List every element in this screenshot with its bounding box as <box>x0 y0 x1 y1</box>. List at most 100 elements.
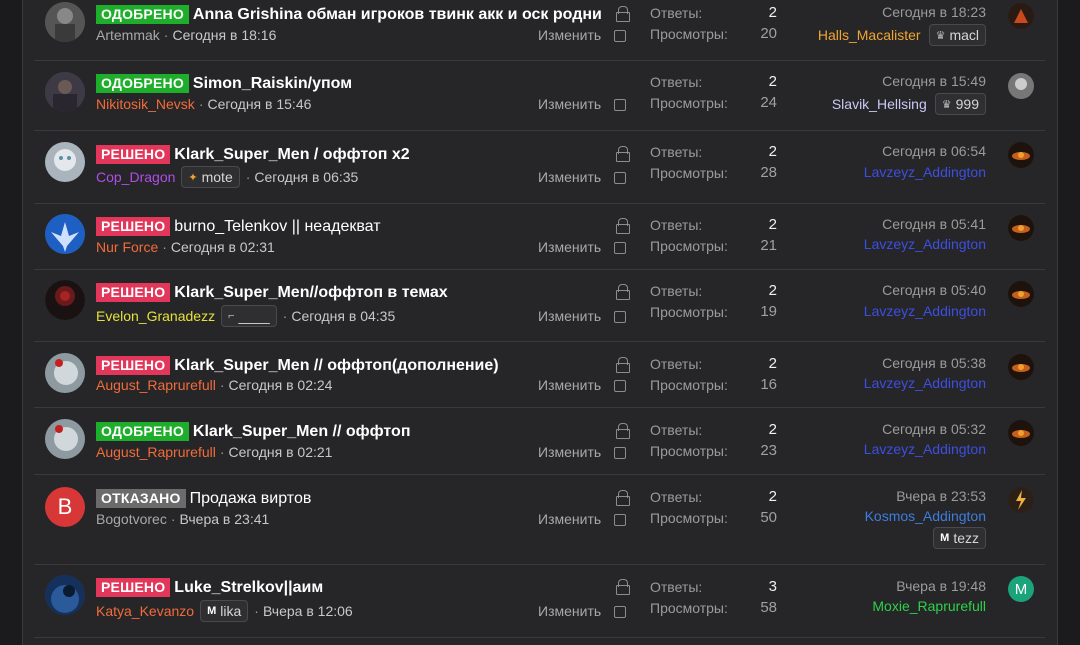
select-checkbox[interactable] <box>614 311 626 323</box>
author-link[interactable]: Nur Force <box>96 239 158 255</box>
thread-date: Сегодня в 02:31 <box>170 239 275 255</box>
author-avatar[interactable] <box>45 575 85 615</box>
last-post-user[interactable]: Halls_Macalister <box>818 27 921 43</box>
last-poster-avatar[interactable] <box>1008 142 1034 168</box>
replies-label: Ответы: <box>650 579 703 595</box>
edit-link[interactable]: Изменить <box>538 96 601 112</box>
last-post-user[interactable]: Lavzeyz_Addington <box>864 441 986 457</box>
replies-label: Ответы: <box>650 144 703 160</box>
thread-title-link[interactable]: Simon_Raiskin/упом <box>193 75 352 93</box>
last-post-date[interactable]: Сегодня в 05:32 <box>882 421 986 437</box>
views-label: Просмотры: <box>650 165 728 181</box>
select-checkbox[interactable] <box>614 30 626 42</box>
author-link[interactable]: August_Raprurefull <box>96 444 216 460</box>
last-poster-avatar[interactable] <box>1008 420 1034 446</box>
thread-row[interactable]: РЕШЕНО burno_Telenkov || неадекват Nur F… <box>34 204 1045 270</box>
last-post-user[interactable]: Lavzeyz_Addington <box>864 375 986 391</box>
author-avatar[interactable] <box>45 2 85 42</box>
select-checkbox[interactable] <box>614 172 626 184</box>
thread-row[interactable]: ОДОБРЕНО Anna Grishina обман игроков тви… <box>34 0 1045 61</box>
views-count: 19 <box>760 303 777 320</box>
last-post-date[interactable]: Сегодня в 05:41 <box>882 216 986 232</box>
views-label: Просмотры: <box>650 304 728 320</box>
last-poster-avatar[interactable]: M <box>1008 576 1034 602</box>
last-post-date[interactable]: Сегодня в 06:54 <box>882 143 986 159</box>
author-link[interactable]: Cop_Dragon <box>96 169 175 185</box>
gun-icon: ⌐ <box>228 310 235 322</box>
last-post-date[interactable]: Вчера в 19:48 <box>896 578 986 594</box>
last-poster-avatar[interactable] <box>1008 281 1034 307</box>
author-avatar[interactable] <box>45 353 85 393</box>
thread-title-link[interactable]: Luke_Strelkov||аим <box>174 579 323 597</box>
thread-row[interactable]: B ОТКАЗАНО Продажа виртов Bogotvorec · В… <box>34 475 1045 565</box>
thread-row[interactable]: РЕШЕНО Klark_Super_Men//оффтоп в темах E… <box>34 270 1045 342</box>
last-post-date[interactable]: Вчера в 23:53 <box>896 488 986 504</box>
author-link[interactable]: Evelon_Granadezz <box>96 308 215 324</box>
thread-row[interactable]: РЕШЕНО Luke_Strelkov||аим Katya_Kevanzo … <box>34 565 1045 638</box>
last-post-date[interactable]: Сегодня в 05:38 <box>882 355 986 371</box>
thread-title-link[interactable]: Anna Grishina обман игроков твинк акк и … <box>193 6 602 24</box>
thread-date: Вчера в 12:06 <box>262 603 353 619</box>
replies-count: 2 <box>768 421 777 438</box>
author-link[interactable]: Artemmak <box>96 27 160 43</box>
flame-icon: ✦ <box>188 171 198 184</box>
last-post-date[interactable]: Сегодня в 15:49 <box>882 73 986 89</box>
select-checkbox[interactable] <box>614 606 626 618</box>
author-avatar[interactable] <box>45 142 85 182</box>
edit-link[interactable]: Изменить <box>538 603 601 619</box>
thread-title-link[interactable]: Продажа виртов <box>190 490 312 508</box>
thread-row[interactable]: РЕШЕНО Klark_Super_Men / оффтоп x2 Cop_D… <box>34 131 1045 204</box>
last-post-user[interactable]: Slavik_Hellsing <box>832 96 927 112</box>
last-poster-avatar[interactable] <box>1008 3 1034 29</box>
last-post-user[interactable]: Moxie_Raprurefull <box>872 598 986 614</box>
thread-date: Сегодня в 04:35 <box>291 308 396 324</box>
select-checkbox[interactable] <box>614 380 626 392</box>
replies-count: 2 <box>768 488 777 505</box>
thread-title-link[interactable]: Klark_Super_Men // оффтоп <box>193 423 411 441</box>
status-badge: ОТКАЗАНО <box>96 489 186 508</box>
last-poster-avatar[interactable] <box>1008 215 1034 241</box>
crown-icon: ♛ <box>935 29 946 42</box>
edit-link[interactable]: Изменить <box>538 444 601 460</box>
thread-row[interactable]: ОДОБРЕНО Klark_Super_Men // оффтоп Augus… <box>34 408 1045 475</box>
author-avatar[interactable] <box>45 280 85 320</box>
author-link[interactable]: August_Raprurefull <box>96 377 216 393</box>
last-post-date[interactable]: Сегодня в 05:40 <box>882 282 986 298</box>
edit-link[interactable]: Изменить <box>538 239 601 255</box>
author-avatar[interactable] <box>45 72 85 112</box>
views-count: 21 <box>760 237 777 254</box>
replies-count: 2 <box>768 355 777 372</box>
last-poster-avatar[interactable] <box>1008 354 1034 380</box>
user-badge: ♛ macl <box>928 24 986 46</box>
select-checkbox[interactable] <box>614 242 626 254</box>
last-post-user[interactable]: Lavzeyz_Addington <box>864 303 986 319</box>
thread-title-link[interactable]: Klark_Super_Men // оффтоп(дополнение) <box>174 357 498 375</box>
thread-row[interactable]: ОДОБРЕНО Simon_Raiskin/упом Nikitosik_Ne… <box>34 61 1045 131</box>
select-checkbox[interactable] <box>614 514 626 526</box>
thread-title-link[interactable]: Klark_Super_Men//оффтоп в темах <box>174 284 447 302</box>
last-post-date[interactable]: Сегодня в 18:23 <box>882 4 986 20</box>
views-label: Просмотры: <box>650 238 728 254</box>
edit-link[interactable]: Изменить <box>538 169 601 185</box>
thread-row[interactable]: РЕШЕНО Klark_Super_Men // оффтоп(дополне… <box>34 342 1045 408</box>
select-checkbox[interactable] <box>614 447 626 459</box>
last-post-user[interactable]: Kosmos_Addington <box>865 508 986 524</box>
last-post-user[interactable]: Lavzeyz_Addington <box>864 164 986 180</box>
author-link[interactable]: Bogotvorec <box>96 511 167 527</box>
last-poster-avatar[interactable] <box>1008 487 1034 513</box>
thread-title-link[interactable]: Klark_Super_Men / оффтоп x2 <box>174 146 409 164</box>
last-post-user[interactable]: Lavzeyz_Addington <box>864 236 986 252</box>
last-poster-avatar[interactable] <box>1008 73 1034 99</box>
author-avatar[interactable]: B <box>45 487 85 527</box>
select-checkbox[interactable] <box>614 99 626 111</box>
author-link[interactable]: Nikitosik_Nevsk <box>96 96 195 112</box>
author-avatar[interactable] <box>45 214 85 254</box>
edit-link[interactable]: Изменить <box>538 27 601 43</box>
edit-link[interactable]: Изменить <box>538 308 601 324</box>
replies-label: Ответы: <box>650 489 703 505</box>
edit-link[interactable]: Изменить <box>538 377 601 393</box>
author-avatar[interactable] <box>45 419 85 459</box>
thread-title-link[interactable]: burno_Telenkov || неадекват <box>174 218 380 236</box>
edit-link[interactable]: Изменить <box>538 511 601 527</box>
author-link[interactable]: Katya_Kevanzo <box>96 603 194 619</box>
